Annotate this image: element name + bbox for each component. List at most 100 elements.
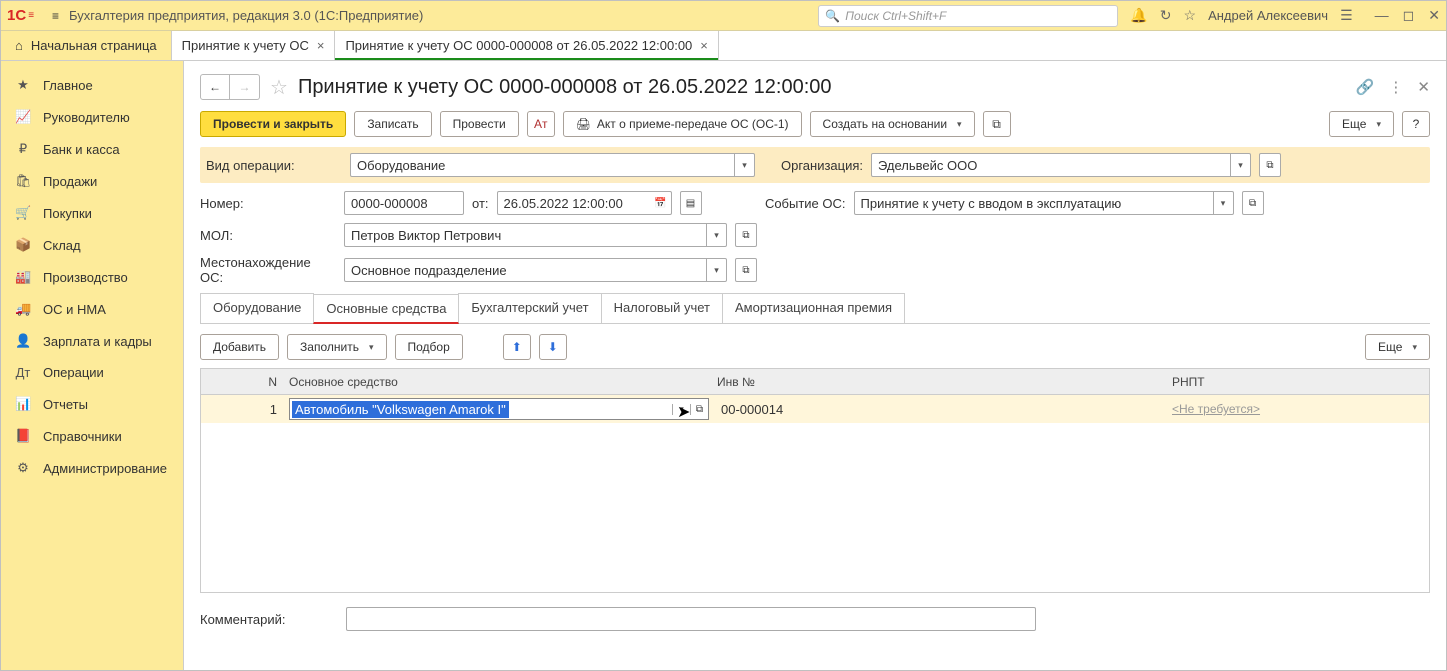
date-field[interactable]: 26.05.2022 12:00:00 📅 <box>497 191 672 215</box>
org-value: Эдельвейс ООО <box>872 158 1230 173</box>
subtab-equipment[interactable]: Оборудование <box>200 293 314 323</box>
dropdown-icon[interactable]: ▾ <box>734 154 754 176</box>
sidebar-item-operations[interactable]: ДтОперации <box>1 357 183 388</box>
move-down-button[interactable]: ⬇ <box>539 334 567 360</box>
main-menu-icon[interactable]: ≡ <box>52 9 59 23</box>
subtab-fixed-assets[interactable]: Основные средства <box>313 294 459 324</box>
fill-button[interactable]: Заполнить <box>287 334 386 360</box>
ruble-icon: ₽ <box>15 141 31 157</box>
mol-label: МОЛ: <box>200 228 336 243</box>
dt-kt-button[interactable]: Aт <box>527 111 555 137</box>
add-row-button[interactable]: Добавить <box>200 334 279 360</box>
tab-doc-current[interactable]: Принятие к учету ОС 0000-000008 от 26.05… <box>335 31 718 60</box>
nav-forward-button[interactable]: → <box>230 74 260 100</box>
tab-doc-list[interactable]: Принятие к учету ОС × <box>172 31 336 60</box>
pick-button[interactable]: Подбор <box>395 334 463 360</box>
minimize-icon[interactable]: — <box>1375 7 1389 24</box>
sidebar-label: Склад <box>43 238 81 253</box>
save-button[interactable]: Записать <box>354 111 431 137</box>
main-area: ← → ☆ Принятие к учету ОС 0000-000008 от… <box>184 61 1446 670</box>
sidebar-item-manager[interactable]: 📈Руководителю <box>1 101 183 133</box>
calendar-open-button[interactable]: ▤ <box>680 191 702 215</box>
open-ref-button[interactable]: ⧉ <box>735 223 757 247</box>
more-button[interactable]: Еще <box>1329 111 1394 137</box>
favorite-toggle[interactable]: ☆ <box>270 75 288 100</box>
move-up-button[interactable]: ⬆ <box>503 334 531 360</box>
open-ref-button[interactable]: ⧉ <box>1259 153 1281 177</box>
subtab-amort[interactable]: Амортизационная премия <box>722 293 905 323</box>
settings-lines-icon[interactable]: ☰ <box>1340 7 1353 24</box>
dropdown-icon[interactable]: ▾ <box>1213 192 1233 214</box>
print-act-button[interactable]: 🖨Акт о приеме-передаче ОС (ОС-1) <box>563 111 802 137</box>
maximize-icon[interactable]: ◻ <box>1403 7 1415 24</box>
table-row[interactable]: 1 Автомобиль "Volkswagen Amarok I" ▾ ⧉ ➤… <box>201 395 1429 423</box>
create-based-button[interactable]: Создать на основании <box>810 111 975 137</box>
sidebar-item-sales[interactable]: 🛍Продажи <box>1 165 183 197</box>
loc-field[interactable]: Основное подразделение ▾ <box>344 258 727 282</box>
search-input[interactable]: 🔍 Поиск Ctrl+Shift+F <box>818 5 1118 27</box>
star-icon[interactable]: ☆ <box>1184 7 1197 24</box>
from-label: от: <box>472 196 489 211</box>
org-field[interactable]: Эдельвейс ООО ▾ <box>871 153 1251 177</box>
table-commands: Добавить Заполнить Подбор ⬆ ⬇ Еще <box>200 334 1430 360</box>
dropdown-icon[interactable]: ▾ <box>706 259 726 281</box>
gear-icon: ⚙ <box>15 460 31 476</box>
sidebar-label: Администрирование <box>43 461 167 476</box>
col-os[interactable]: Основное средство <box>289 375 709 389</box>
tab-home[interactable]: ⌂ Начальная страница <box>1 31 172 60</box>
close-window-icon[interactable]: ✕ <box>1428 7 1440 24</box>
col-rn[interactable]: РНПТ <box>1164 375 1421 389</box>
sidebar-item-main[interactable]: ★Главное <box>1 69 183 101</box>
sidebar-item-salary[interactable]: 👤Зарплата и кадры <box>1 325 183 357</box>
sidebar-item-catalogs[interactable]: 📕Справочники <box>1 420 183 452</box>
sidebar-item-os[interactable]: 🚚ОС и НМА <box>1 293 183 325</box>
close-doc-icon[interactable]: ✕ <box>1417 78 1430 96</box>
doc-header: ← → ☆ Принятие к учету ОС 0000-000008 от… <box>200 69 1430 105</box>
sidebar-item-admin[interactable]: ⚙ Администрирование <box>1 452 183 484</box>
structure-button[interactable]: ⧉ <box>983 111 1011 137</box>
sidebar-label: ОС и НМА <box>43 302 106 317</box>
cell-rnpt[interactable]: <Не требуется> <box>1172 402 1260 416</box>
grid-header: N Основное средство Инв № РНПТ <box>201 369 1429 395</box>
subtab-tax[interactable]: Налоговый учет <box>601 293 723 323</box>
open-ref-icon[interactable]: ⧉ <box>690 404 708 415</box>
post-and-close-button[interactable]: Провести и закрыть <box>200 111 346 137</box>
bell-icon[interactable]: 🔔 <box>1130 7 1147 24</box>
help-button[interactable]: ? <box>1402 111 1430 137</box>
user-name[interactable]: Андрей Алексеевич <box>1208 8 1328 23</box>
post-button[interactable]: Провести <box>440 111 519 137</box>
sidebar-label: Главное <box>43 78 93 93</box>
os-selected-text: Автомобиль "Volkswagen Amarok I" <box>292 401 509 418</box>
op-type-field[interactable]: Оборудование ▾ <box>350 153 755 177</box>
dropdown-icon[interactable]: ▾ <box>706 224 726 246</box>
dropdown-icon[interactable]: ▾ <box>672 404 690 415</box>
table-more-button[interactable]: Еще <box>1365 334 1430 360</box>
more-vert-icon[interactable]: ⋮ <box>1388 78 1403 96</box>
number-field[interactable]: 0000-000008 <box>344 191 464 215</box>
sidebar-item-bank[interactable]: ₽Банк и касса <box>1 133 183 165</box>
tab-close-icon[interactable]: × <box>317 38 325 53</box>
event-field[interactable]: Принятие к учету с вводом в эксплуатацию… <box>854 191 1234 215</box>
sidebar-label: Покупки <box>43 206 92 221</box>
titlebar: 1C≡ ≡ Бухгалтерия предприятия, редакция … <box>1 1 1446 31</box>
number-value: 0000-000008 <box>345 196 463 211</box>
tab-close-icon[interactable]: × <box>700 38 708 53</box>
dropdown-icon[interactable]: ▾ <box>1230 154 1250 176</box>
col-inv[interactable]: Инв № <box>709 375 1164 389</box>
sidebar-item-purchases[interactable]: 🛒Покупки <box>1 197 183 229</box>
open-ref-button[interactable]: ⧉ <box>735 258 757 282</box>
open-ref-button[interactable]: ⧉ <box>1242 191 1264 215</box>
nav-back-button[interactable]: ← <box>200 74 230 100</box>
link-icon[interactable]: 🔗 <box>1356 78 1375 96</box>
calendar-icon[interactable]: 📅 <box>651 192 671 214</box>
mol-field[interactable]: Петров Виктор Петрович ▾ <box>344 223 727 247</box>
history-icon[interactable]: ↻ <box>1160 7 1172 24</box>
sidebar-item-reports[interactable]: 📊Отчеты <box>1 388 183 420</box>
os-cell-edit[interactable]: Автомобиль "Volkswagen Amarok I" ▾ ⧉ <box>289 398 709 420</box>
number-label: Номер: <box>200 196 336 211</box>
subtab-accounting[interactable]: Бухгалтерский учет <box>458 293 601 323</box>
col-n[interactable]: N <box>209 375 289 389</box>
comment-field[interactable] <box>346 607 1036 631</box>
sidebar-item-production[interactable]: 🏭Производство <box>1 261 183 293</box>
sidebar-item-warehouse[interactable]: 📦Склад <box>1 229 183 261</box>
